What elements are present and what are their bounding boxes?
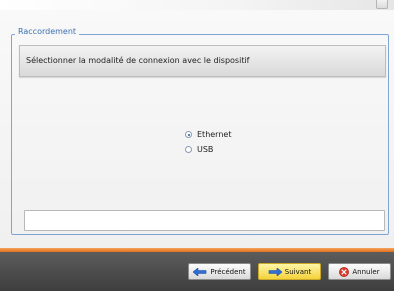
cancel-icon (339, 266, 350, 277)
previous-label: Précédent (210, 267, 246, 276)
radio-option-ethernet[interactable]: Ethernet (185, 130, 231, 139)
arrow-left-icon (193, 267, 207, 276)
next-button[interactable]: Suivant (258, 263, 321, 280)
previous-button[interactable]: Précédent (188, 263, 251, 280)
next-label: Suivant (284, 267, 312, 276)
window-close-button[interactable] (376, 0, 388, 9)
arrow-right-icon (268, 267, 282, 276)
usb-radio[interactable] (185, 146, 192, 153)
radio-option-usb[interactable]: USB (185, 145, 213, 154)
window-title-bar (0, 0, 394, 10)
ethernet-label: Ethernet (197, 130, 232, 139)
status-field (24, 210, 385, 231)
instruction-panel: Sélectionner la modalité de connexion av… (19, 45, 386, 77)
instruction-text: Sélectionner la modalité de connexion av… (26, 56, 250, 65)
cancel-button[interactable]: Annuler (328, 263, 391, 280)
group-title: Raccordement (15, 27, 80, 36)
cancel-label: Annuler (352, 267, 380, 276)
usb-label: USB (197, 145, 214, 154)
ethernet-radio[interactable] (185, 131, 192, 138)
